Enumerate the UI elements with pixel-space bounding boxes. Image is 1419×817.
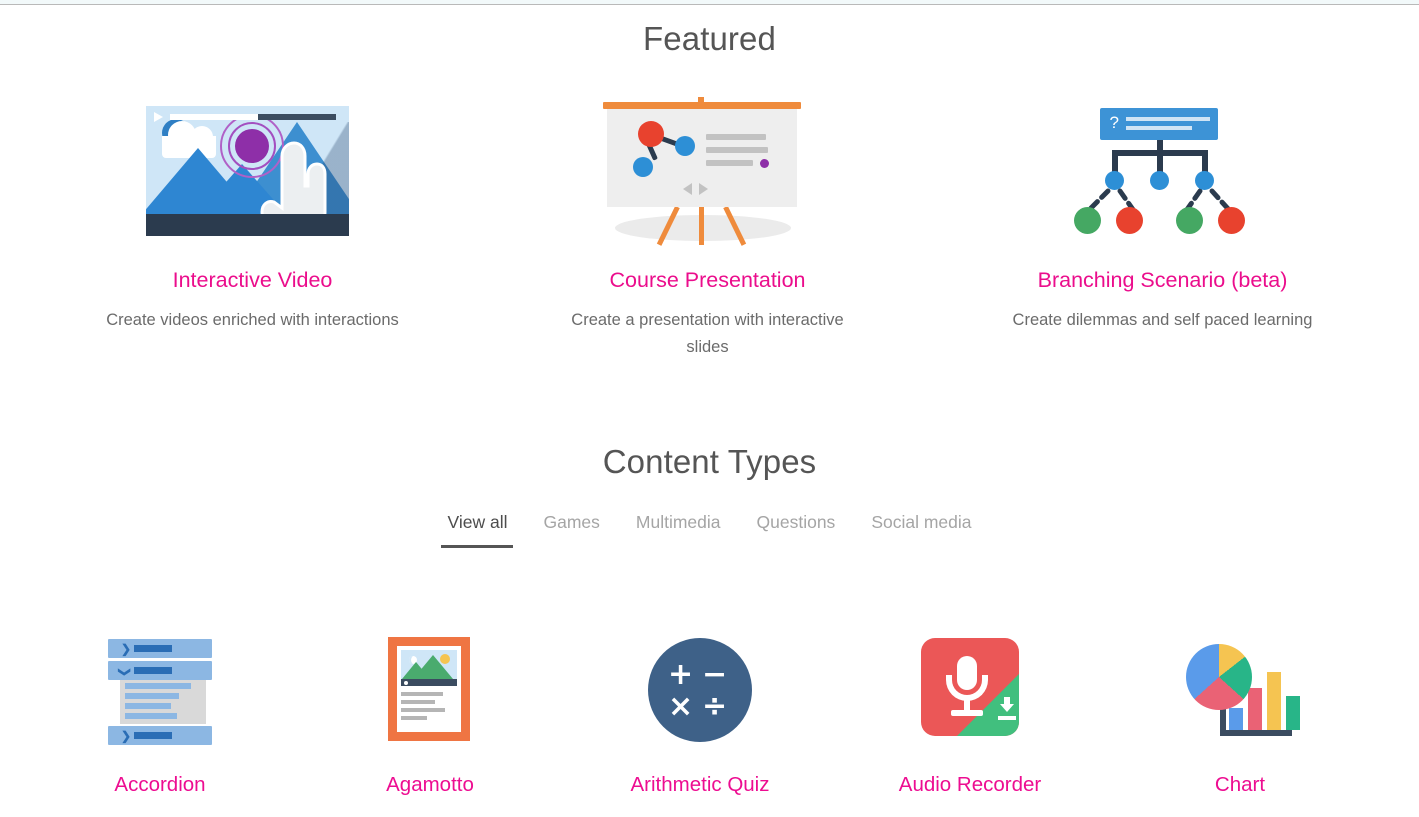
tab-questions[interactable]: Questions bbox=[739, 510, 854, 548]
featured-row: Interactive Video Create videos enriched… bbox=[0, 95, 1419, 365]
next-arrow-icon bbox=[698, 183, 708, 195]
content-type-card-chart[interactable]: Chart bbox=[1105, 630, 1375, 798]
featured-card-interactive-video[interactable]: Interactive Video Create videos enriched… bbox=[25, 95, 480, 365]
featured-description: Create dilemmas and self paced learning bbox=[1012, 311, 1313, 329]
agamotto-icon bbox=[370, 630, 490, 750]
content-types-grid: ❯ ❯ ❯ Accordion Agamotto + − × ÷ Arithme… bbox=[0, 630, 1419, 798]
tab-games[interactable]: Games bbox=[525, 510, 617, 548]
featured-card-branching-scenario[interactable]: ? Branching Scenario (beta) Create dilem… bbox=[935, 95, 1390, 365]
arithmetic-quiz-icon: + − × ÷ bbox=[640, 630, 760, 750]
tab-multimedia[interactable]: Multimedia bbox=[618, 510, 739, 548]
minus-icon: − bbox=[702, 657, 728, 692]
chart-icon bbox=[1180, 630, 1300, 750]
content-type-label: Agamotto bbox=[386, 773, 474, 796]
accordion-icon: ❯ ❯ ❯ bbox=[100, 630, 220, 750]
featured-description: Create videos enriched with interactions bbox=[106, 311, 399, 329]
content-types-tabs: View all Games Multimedia Questions Soci… bbox=[0, 510, 1419, 548]
chevron-right-icon: ❯ bbox=[121, 729, 132, 743]
featured-heading: Featured bbox=[643, 20, 776, 57]
content-type-card-audio-recorder[interactable]: Audio Recorder bbox=[835, 630, 1105, 798]
featured-card-course-presentation[interactable]: Course Presentation Create a presentatio… bbox=[480, 95, 935, 365]
divide-icon: ÷ bbox=[702, 689, 728, 724]
content-type-card-arithmetic-quiz[interactable]: + − × ÷ Arithmetic Quiz bbox=[565, 630, 835, 798]
content-type-label: Accordion bbox=[114, 773, 206, 796]
content-type-label: Audio Recorder bbox=[898, 773, 1042, 796]
audio-recorder-icon bbox=[910, 630, 1030, 750]
content-types-heading: Content Types bbox=[602, 443, 817, 480]
content-type-card-accordion[interactable]: ❯ ❯ ❯ Accordion bbox=[25, 630, 295, 798]
content-type-label: Arithmetic Quiz bbox=[630, 773, 770, 796]
course-presentation-icon bbox=[593, 95, 823, 246]
chevron-right-icon: ❯ bbox=[121, 642, 132, 656]
chevron-down-icon: ❯ bbox=[118, 666, 133, 678]
featured-description: Create a presentation with interactive s… bbox=[571, 311, 844, 356]
pie-chart-icon bbox=[1186, 644, 1252, 710]
content-type-label: Chart bbox=[1214, 773, 1266, 796]
branching-scenario-icon: ? bbox=[1048, 95, 1278, 245]
content-type-hub-page: Featured Interactive Video Create videos… bbox=[0, 0, 1419, 817]
content-type-card-agamotto[interactable]: Agamotto bbox=[295, 630, 565, 798]
tab-social-media[interactable]: Social media bbox=[853, 510, 989, 548]
plus-icon: + bbox=[668, 657, 694, 692]
featured-title: Course Presentation bbox=[609, 268, 806, 292]
featured-title: Interactive Video bbox=[172, 268, 333, 292]
prev-arrow-icon bbox=[682, 183, 692, 195]
page-top-border bbox=[0, 0, 1419, 5]
times-icon: × bbox=[668, 689, 694, 724]
play-icon bbox=[153, 112, 163, 122]
interactive-video-icon bbox=[138, 95, 368, 245]
featured-title: Branching Scenario (beta) bbox=[1037, 268, 1288, 292]
tab-view-all[interactable]: View all bbox=[429, 510, 525, 548]
